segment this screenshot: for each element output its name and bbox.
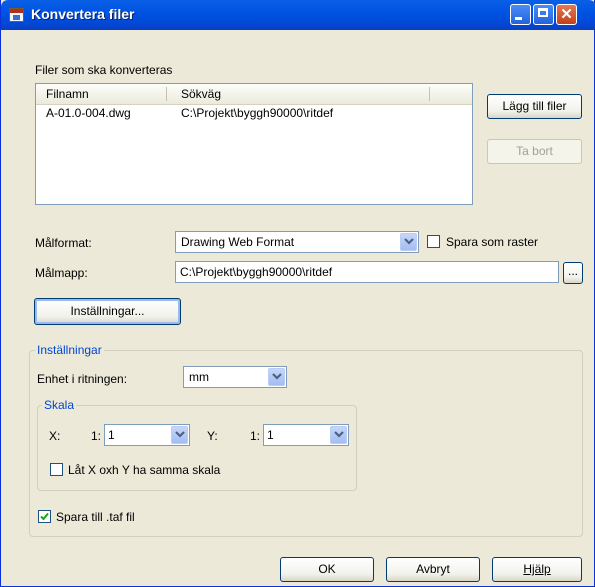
scale-x-prefix: 1: [91,429,102,443]
chevron-down-icon[interactable] [330,426,347,444]
app-icon [9,8,24,22]
help-button[interactable]: Hjälp [492,557,582,582]
scale-y-value: 1 [267,428,274,442]
column-header-path[interactable]: Sökväg [181,87,221,101]
target-format-label: Målformat: [35,236,92,250]
maximize-button[interactable] [533,4,554,25]
maximize-icon [538,8,548,17]
column-separator[interactable] [429,87,430,101]
scale-x-label: X: [49,429,61,443]
close-icon: ✕ [560,6,573,23]
save-as-raster-checkbox[interactable] [427,235,440,248]
scale-group [37,405,357,491]
close-button[interactable]: ✕ [556,4,577,25]
same-scale-label: Låt X oxh Y ha samma skala [68,463,221,477]
target-format-value: Drawing Web Format [181,235,295,249]
same-scale-checkbox[interactable] [50,463,63,476]
file-row-path[interactable]: C:\Projekt\byggh90000\ritdef [181,106,333,120]
minimize-icon [515,17,522,20]
ok-button[interactable]: OK [280,557,374,582]
convert-files-dialog: Konvertera filer ✕ Filer som ska konvert… [0,0,595,587]
target-format-select[interactable]: Drawing Web Format [175,231,419,253]
check-icon [40,512,49,521]
save-as-raster-label: Spara som raster [446,235,539,249]
save-taf-checkbox[interactable] [38,510,51,523]
target-folder-label: Målmapp: [35,266,88,280]
file-row-filename[interactable]: A-01.0-004.dwg [46,106,131,120]
settings-group-title: Inställningar [35,343,104,357]
unit-value: mm [189,370,209,384]
remove-button[interactable]: Ta bort [487,139,582,164]
scale-y-label: Y: [207,429,218,443]
chevron-down-icon[interactable] [268,368,285,386]
scale-group-title: Skala [42,398,77,412]
scale-y-prefix: 1: [250,429,261,443]
target-folder-input[interactable]: C:\Projekt\byggh90000\ritdef [175,261,559,283]
scale-x-select[interactable]: 1 [104,424,190,446]
column-header-filename[interactable]: Filnamn [46,87,89,101]
target-folder-value: C:\Projekt\byggh90000\ritdef [180,265,333,279]
scale-x-value: 1 [108,428,115,442]
minimize-button[interactable] [510,4,531,25]
title-bar[interactable]: Konvertera filer ✕ [1,0,595,30]
window-title: Konvertera filer [31,6,135,22]
settings-button[interactable]: Inställningar... [34,298,181,325]
files-section-label: Filer som ska konverteras [35,63,173,77]
chevron-down-icon[interactable] [171,426,188,444]
unit-label: Enhet i ritningen: [37,372,128,386]
files-list[interactable]: Filnamn Sökväg A-01.0-004.dwg C:\Projekt… [35,83,473,205]
files-list-header: Filnamn Sökväg [36,84,472,105]
add-files-button[interactable]: Lägg till filer [487,94,582,119]
scale-y-select[interactable]: 1 [263,424,349,446]
browse-button[interactable]: ... [563,262,583,284]
save-taf-label: Spara till .taf fil [56,510,135,524]
chevron-down-icon[interactable] [400,233,417,251]
cancel-button[interactable]: Avbryt [386,557,480,582]
column-separator[interactable] [166,87,167,101]
unit-select[interactable]: mm [183,366,287,388]
